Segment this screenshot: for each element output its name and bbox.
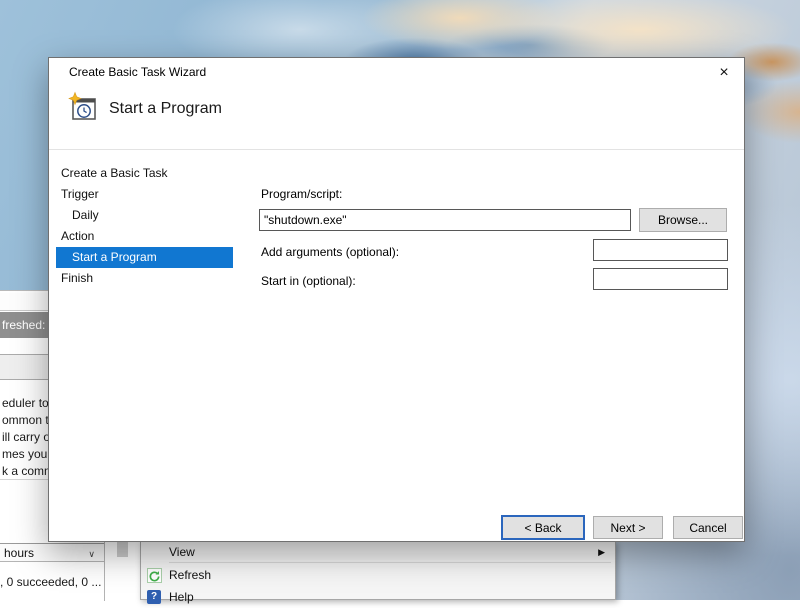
add-arguments-label: Add arguments (optional):	[261, 245, 399, 259]
header-divider	[49, 149, 744, 150]
add-arguments-input[interactable]	[593, 239, 728, 261]
menu-item-help[interactable]: ? Help	[141, 587, 615, 608]
next-button[interactable]: Next >	[593, 516, 663, 539]
window-title: Create Basic Task Wizard	[69, 65, 206, 79]
time-range-value: hours	[4, 546, 34, 560]
start-in-input[interactable]	[593, 268, 728, 290]
menu-separator	[169, 562, 611, 563]
step-start-a-program: Start a Program	[56, 247, 233, 268]
browse-button[interactable]: Browse...	[639, 208, 727, 232]
page-title: Start a Program	[109, 100, 222, 118]
step-action: Action	[56, 226, 233, 247]
step-create-a-basic-task: Create a Basic Task	[56, 163, 233, 184]
wizard-steps: Create a Basic Task Trigger Daily Action…	[56, 163, 233, 289]
start-in-label: Start in (optional):	[261, 274, 356, 288]
desktop-wallpaper: freshed: 28 eduler to ommon ta ill carry…	[0, 0, 800, 600]
chevron-down-icon: ∨	[88, 545, 95, 563]
program-script-label: Program/script:	[261, 187, 342, 201]
create-task-icon	[67, 91, 99, 123]
menu-item-label: Help	[169, 587, 194, 608]
refresh-icon	[147, 568, 162, 583]
cancel-button[interactable]: Cancel	[673, 516, 743, 539]
menu-item-refresh[interactable]: Refresh	[141, 565, 615, 586]
step-trigger: Trigger	[56, 184, 233, 205]
program-script-input[interactable]	[259, 209, 631, 231]
step-daily: Daily	[56, 205, 233, 226]
menu-item-label: Refresh	[169, 565, 211, 586]
menu-item-label: View	[169, 544, 195, 561]
close-button[interactable]: ×	[712, 61, 736, 85]
create-basic-task-wizard-dialog: Create Basic Task Wizard × Start a Progr…	[48, 57, 745, 542]
help-icon: ?	[147, 590, 161, 604]
task-result-summary: , 0 succeeded, 0 ...	[0, 575, 101, 589]
close-icon: ×	[719, 64, 728, 81]
ts-panel-border	[104, 541, 105, 601]
menu-item-view[interactable]: View ▶	[141, 544, 615, 561]
back-button[interactable]: < Back	[501, 515, 585, 540]
time-range-dropdown[interactable]: hours ∨	[0, 543, 104, 562]
scrollbar-thumb[interactable]	[117, 541, 128, 557]
submenu-arrow-icon: ▶	[598, 544, 605, 561]
context-menu: View ▶ Refresh ? Help	[140, 541, 616, 600]
step-finish: Finish	[56, 268, 233, 289]
